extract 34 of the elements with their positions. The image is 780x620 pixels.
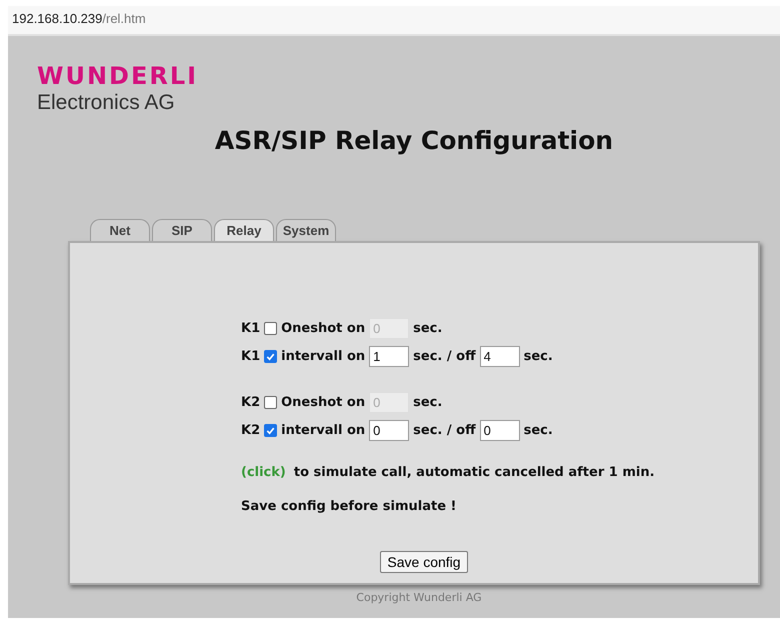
relay-label: K1 — [241, 320, 260, 336]
url-host: 192.168.10.239 — [12, 11, 102, 26]
relay-label: K1 — [241, 348, 260, 364]
option-label: intervall on — [281, 422, 366, 438]
checkbox[interactable] — [264, 350, 278, 362]
unit-label: sec. / off — [413, 422, 476, 438]
page-title: ASR/SIP Relay Configuration — [214, 126, 614, 155]
note-text: Save config before simulate ! — [241, 498, 456, 514]
unit-label: sec. — [413, 320, 442, 336]
unit-label: sec. — [524, 422, 553, 438]
tab[interactable]: System — [276, 219, 336, 241]
relay-label: K2 — [241, 422, 260, 438]
logo-brand: WUNDERLI — [37, 62, 200, 90]
footer-text: Copyright Wunderli AG — [355, 591, 483, 604]
tab[interactable]: Relay — [214, 219, 274, 241]
tab[interactable]: SIP — [152, 219, 212, 241]
simulate-text: to simulate call, automatic cancelled after 1 min. — [294, 464, 655, 480]
url-path: /rel.htm — [102, 11, 146, 26]
relay-label: K2 — [241, 394, 260, 410]
input-field[interactable]: 4 — [480, 346, 520, 366]
unit-label: sec. / off — [413, 348, 476, 364]
option-label: Oneshot on — [281, 320, 366, 336]
checkbox[interactable] — [264, 424, 278, 436]
logo-subtitle: Electronics AG — [37, 90, 176, 116]
input-field[interactable]: 0 — [369, 420, 410, 440]
tab[interactable]: Net — [90, 219, 150, 241]
address-bar[interactable]: 192.168.10.239/rel.htm — [8, 6, 780, 36]
option-label: intervall on — [281, 348, 366, 364]
input-field[interactable]: 1 — [369, 346, 410, 366]
input-field[interactable]: 0 — [480, 420, 520, 440]
option-label: Oneshot on — [281, 394, 366, 410]
save-button[interactable]: Save config — [380, 551, 468, 573]
unit-label: sec. — [413, 394, 442, 410]
unit-label: sec. — [524, 348, 553, 364]
